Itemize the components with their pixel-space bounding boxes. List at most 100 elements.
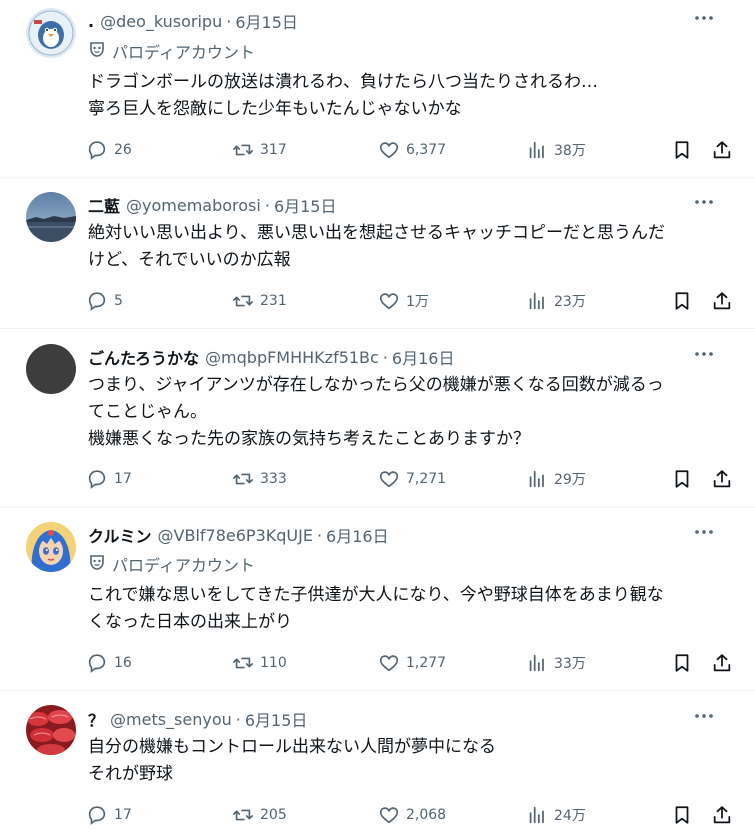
reply-icon	[88, 806, 106, 825]
reply-button[interactable]: 17	[86, 467, 132, 491]
views-button[interactable]: 38万	[526, 138, 586, 162]
user-handle[interactable]: @VBlf78e6P3KqUJE	[158, 526, 313, 545]
views-chart-icon	[529, 141, 544, 159]
views-button[interactable]: 23万	[526, 289, 586, 313]
retweet-count: 205	[260, 807, 287, 823]
more-options-icon[interactable]	[693, 521, 715, 543]
retweet-button[interactable]: 205	[232, 803, 287, 827]
tweet-header: 二藍 @yomemaborosi · 6月15日	[88, 193, 737, 217]
share-button[interactable]	[711, 803, 733, 827]
post-date[interactable]: 6月15日	[274, 193, 337, 217]
bookmark-button[interactable]	[671, 803, 693, 827]
reply-icon	[88, 470, 106, 489]
tweet-text: ドラゴンボールの放送は潰れるわ、負けたら八つ当たりされるわ… 寧ろ巨人を怨敵にし…	[88, 69, 735, 123]
tweet-header: ごんたろうかな @mqbpFMHHKzf51Bc · 6月16日	[88, 345, 737, 369]
retweet-button[interactable]: 317	[232, 138, 287, 162]
display-name[interactable]: .	[88, 12, 94, 31]
like-button[interactable]: 2,068	[378, 803, 446, 827]
post-date[interactable]: 6月16日	[392, 345, 455, 369]
avatar[interactable]	[26, 344, 76, 394]
tweet[interactable]: . @deo_kusoripu · 6月15日 パロディアカウント ドラゴンボー…	[0, 0, 755, 178]
reply-count: 5	[114, 293, 123, 309]
share-button[interactable]	[711, 138, 733, 162]
heart-icon	[379, 142, 399, 159]
like-button[interactable]: 6,377	[378, 138, 446, 162]
tweet-actions: 16 110 1,277 33万	[86, 651, 733, 675]
parody-label-text: パロディアカウント	[112, 556, 255, 575]
display-name[interactable]: クルミン	[88, 523, 152, 547]
views-chart-icon	[529, 470, 544, 488]
like-count: 7,271	[406, 471, 447, 487]
reply-button[interactable]: 17	[86, 803, 132, 827]
like-button[interactable]: 7,271	[378, 467, 446, 491]
tweet-text: 自分の機嫌もコントロール出来ない人間が夢中になる それが野球	[88, 734, 735, 788]
avatar-landscape-image	[26, 192, 76, 242]
share-icon	[713, 654, 731, 672]
bookmark-icon	[675, 806, 689, 824]
reply-button[interactable]: 16	[86, 651, 132, 675]
retweet-button[interactable]: 333	[232, 467, 287, 491]
bookmark-icon	[675, 292, 689, 310]
display-name[interactable]: 二藍	[88, 193, 120, 217]
reply-count: 26	[114, 142, 132, 158]
reply-button[interactable]: 5	[86, 289, 123, 313]
user-handle[interactable]: @deo_kusoripu	[100, 12, 222, 31]
more-options-icon[interactable]	[693, 343, 715, 365]
like-button[interactable]: 1万	[378, 289, 429, 313]
retweet-button[interactable]: 231	[232, 289, 287, 313]
like-button[interactable]: 1,277	[378, 651, 446, 675]
avatar-anime-image	[26, 522, 76, 572]
tweet-text: 絶対いい思い出より、悪い思い出を想起させるキャッチコピーだと思うんだ けど、それ…	[88, 220, 735, 274]
retweet-count: 317	[260, 142, 287, 158]
bookmark-button[interactable]	[671, 289, 693, 313]
avatar[interactable]	[26, 705, 76, 755]
post-date[interactable]: 6月16日	[326, 523, 389, 547]
bookmark-icon	[675, 654, 689, 672]
views-chart-icon	[529, 654, 544, 672]
more-options-icon[interactable]	[693, 7, 715, 29]
post-date[interactable]: 6月15日	[235, 9, 298, 33]
tweet-text-line: 自分の機嫌もコントロール出来ない人間が夢中になる	[88, 737, 496, 757]
views-button[interactable]: 29万	[526, 467, 586, 491]
bookmark-button[interactable]	[671, 138, 693, 162]
tweet-text-line: ドラゴンボールの放送は潰れるわ、負けたら八つ当たりされるわ…	[88, 72, 598, 92]
avatar-penguin-image	[26, 8, 76, 58]
user-handle[interactable]: @mets_senyou	[110, 710, 232, 729]
more-options-icon[interactable]	[693, 191, 715, 213]
user-handle[interactable]: @yomemaborosi	[126, 196, 261, 215]
tweet-text-line: 絶対いい思い出より、悪い思い出を想起させるキャッチコピーだと思うんだ	[88, 223, 665, 243]
user-handle[interactable]: @mqbpFMHHKzf51Bc	[205, 348, 379, 367]
more-options-icon[interactable]	[693, 705, 715, 727]
bookmark-button[interactable]	[671, 651, 693, 675]
retweet-button[interactable]: 110	[232, 651, 287, 675]
retweet-icon	[233, 295, 253, 307]
heart-icon	[379, 293, 399, 310]
share-button[interactable]	[711, 289, 733, 313]
bookmark-icon	[675, 141, 689, 159]
retweet-icon	[233, 657, 253, 669]
view-count: 24万	[554, 808, 586, 824]
tweet-text-line: 寧ろ巨人を怨敵にした少年もいたんじゃないかな	[88, 99, 462, 119]
avatar[interactable]	[26, 522, 76, 572]
avatar[interactable]	[26, 192, 76, 242]
post-date[interactable]: 6月15日	[245, 707, 308, 731]
share-icon	[713, 806, 731, 824]
view-count: 33万	[554, 656, 586, 672]
share-button[interactable]	[711, 467, 733, 491]
parody-label: パロディアカウント	[88, 40, 255, 62]
tweet-text-line: くなった日本の出来上がり	[88, 612, 292, 632]
like-count: 6,377	[406, 142, 447, 158]
share-icon	[713, 470, 731, 488]
display-name[interactable]: ごんたろうかな	[88, 345, 199, 369]
avatar[interactable]	[26, 8, 76, 58]
views-chart-icon	[529, 806, 544, 824]
bookmark-icon	[675, 470, 689, 488]
display-name[interactable]: ？	[88, 707, 104, 731]
views-button[interactable]: 33万	[526, 651, 586, 675]
tweet-text-line: てことじゃん。	[88, 402, 207, 422]
views-button[interactable]: 24万	[526, 803, 586, 827]
reply-button[interactable]: 26	[86, 138, 132, 162]
bookmark-button[interactable]	[671, 467, 693, 491]
share-button[interactable]	[711, 651, 733, 675]
heart-icon	[379, 807, 399, 824]
